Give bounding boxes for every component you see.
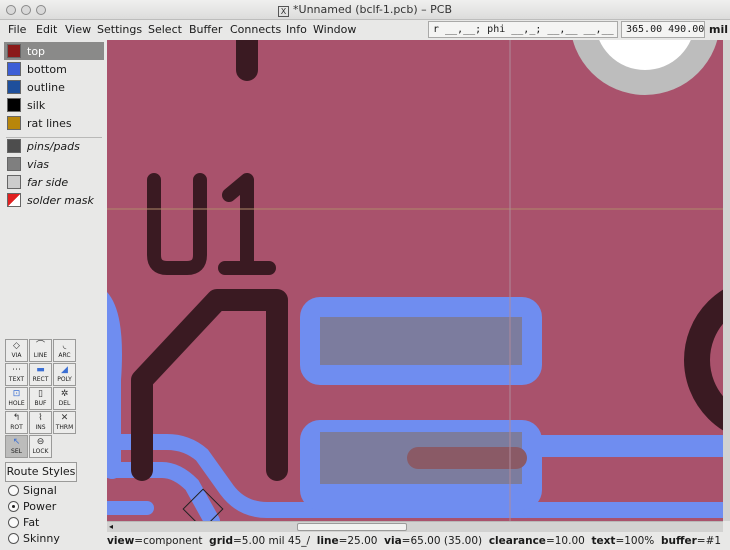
layer-far-side[interactable]: far side — [4, 173, 104, 191]
status-clearance: clearance=10.00 — [488, 535, 585, 547]
lock-icon: ⊖ — [36, 437, 45, 447]
layer-vias[interactable]: vias — [4, 155, 104, 173]
text-icon: ⋯ — [12, 365, 21, 375]
horizontal-scroll-thumb[interactable] — [297, 523, 407, 531]
layer-silk-swatch — [7, 98, 21, 112]
route-style-signal[interactable]: Signal — [8, 484, 57, 497]
title-bar: X *Unnamed (bclf-1.pcb) – PCB — [0, 0, 730, 20]
layer-outline[interactable]: outline — [4, 78, 104, 96]
menu-buffer[interactable]: Buffer — [189, 23, 222, 36]
tool-arc-button[interactable]: ◟ ARC — [53, 339, 76, 362]
tool-lock-button[interactable]: ⊖ LOCK — [29, 435, 52, 458]
tool-line-button[interactable]: ⌒ LINE — [29, 339, 52, 362]
tool-text-button[interactable]: ⋯ TEXT — [5, 363, 28, 386]
status-bar: view=component grid=5.00 mil 45_/ line=2… — [107, 533, 730, 550]
tool-buffer-button[interactable]: ▯ BUF — [29, 387, 52, 410]
x11-app-icon: X — [278, 6, 290, 17]
menu-settings[interactable]: Settings — [97, 23, 142, 36]
rect-icon: ▬ — [36, 365, 45, 375]
status-view: view=component — [107, 535, 203, 547]
pad-1 — [320, 317, 522, 365]
layer-bottom[interactable]: bottom — [4, 60, 104, 78]
status-angle: 45_/ — [287, 535, 311, 547]
menu-file[interactable]: File — [8, 23, 26, 36]
radio-signal[interactable] — [8, 485, 19, 496]
tool-hole-button[interactable]: ⊡ HOLE — [5, 387, 28, 410]
vertical-scrollbar[interactable] — [723, 40, 730, 521]
via-ring-right — [684, 289, 723, 431]
top-copper-traces — [131, 40, 288, 481]
pad-2-overlap — [407, 447, 527, 469]
menu-connects[interactable]: Connects — [230, 23, 281, 36]
horizontal-scrollbar[interactable]: ◂ — [107, 521, 723, 532]
cursor-coordinates-readout: 365.00 490.00 — [621, 21, 705, 38]
tool-rotate-button[interactable]: ↰ ROT — [5, 411, 28, 434]
route-styles-button[interactable]: Route Styles — [5, 462, 77, 482]
tool-select-button[interactable]: ↖ SEL — [5, 435, 28, 458]
poly-icon: ◢ — [61, 365, 68, 375]
left-panel: top bottom outline silk rat lines pins/p… — [0, 40, 106, 550]
layer-bottom-swatch — [7, 62, 21, 76]
menu-view[interactable]: View — [65, 23, 91, 36]
units-toggle[interactable]: mil — [709, 23, 728, 36]
radio-fat[interactable] — [8, 517, 19, 528]
pcb-canvas[interactable] — [107, 40, 723, 521]
scroll-left-icon[interactable]: ◂ — [109, 522, 113, 531]
layer-outline-swatch — [7, 80, 21, 94]
silk-letter-u — [147, 173, 207, 275]
menu-edit[interactable]: Edit — [36, 23, 57, 36]
menu-select[interactable]: Select — [148, 23, 182, 36]
tool-insert-button[interactable]: ⌇ INS — [29, 411, 52, 434]
window-title: X *Unnamed (bclf-1.pcb) – PCB — [0, 3, 730, 17]
route-style-skinny[interactable]: Skinny — [8, 532, 60, 545]
tool-delete-button[interactable]: ✲ DEL — [53, 387, 76, 410]
layer-vias-swatch — [7, 157, 21, 171]
layer-far-side-swatch — [7, 175, 21, 189]
status-text: text=100% — [591, 535, 655, 547]
radio-power[interactable] — [8, 501, 19, 512]
menu-info[interactable]: Info — [286, 23, 307, 36]
status-grid: grid=5.00 mil — [209, 535, 285, 547]
rotate-icon: ↰ — [12, 413, 21, 423]
layer-rat-lines[interactable]: rat lines — [4, 114, 104, 132]
route-style-power[interactable]: Power — [8, 500, 56, 513]
layer-solder-mask-swatch — [7, 193, 21, 207]
buffer-icon: ▯ — [38, 389, 43, 399]
layer-pins-pads[interactable]: pins/pads — [4, 137, 104, 155]
tool-poly-button[interactable]: ◢ POLY — [53, 363, 76, 386]
pcb-drawing — [107, 40, 723, 521]
via-icon: ◇ — [13, 341, 20, 351]
status-line: line=25.00 — [316, 535, 378, 547]
arc-icon: ◟ — [62, 341, 67, 351]
thermal-icon: ✕ — [60, 413, 69, 423]
layer-silk[interactable]: silk — [4, 96, 104, 114]
layer-top[interactable]: top — [4, 42, 104, 60]
relative-position-readout: r __,__; phi __,_; __,__ __,__ — [428, 21, 618, 38]
layer-solder-mask[interactable]: solder mask — [4, 191, 104, 209]
line-icon: ⌒ — [35, 341, 45, 351]
component-pads — [300, 297, 723, 510]
silk-refdes — [147, 173, 276, 275]
layer-pins-pads-swatch — [7, 139, 21, 153]
tool-via-button[interactable]: ◇ VIA — [5, 339, 28, 362]
layer-top-swatch — [7, 44, 21, 58]
pad-2-trace — [527, 435, 723, 457]
tool-palette: ◇ VIA ⌒ LINE ◟ ARC ⋯ TEXT ▬ RECT ◢ POLY ⊡ HOLE … — [5, 339, 77, 459]
menu-window[interactable]: Window — [313, 23, 356, 36]
radio-skinny[interactable] — [8, 533, 19, 544]
status-via: via=65.00 (35.00) — [384, 535, 483, 547]
select-icon: ↖ — [12, 437, 21, 447]
status-buffer: buffer=#1 — [660, 535, 722, 547]
tool-thermal-button[interactable]: ✕ THRM — [53, 411, 76, 434]
insert-icon: ⌇ — [38, 413, 43, 423]
delete-icon: ✲ — [60, 389, 69, 399]
tool-rect-button[interactable]: ▬ RECT — [29, 363, 52, 386]
layer-rat-lines-swatch — [7, 116, 21, 130]
silk-letter-1 — [218, 173, 276, 275]
route-style-fat[interactable]: Fat — [8, 516, 39, 529]
hole-icon: ⊡ — [12, 389, 21, 399]
